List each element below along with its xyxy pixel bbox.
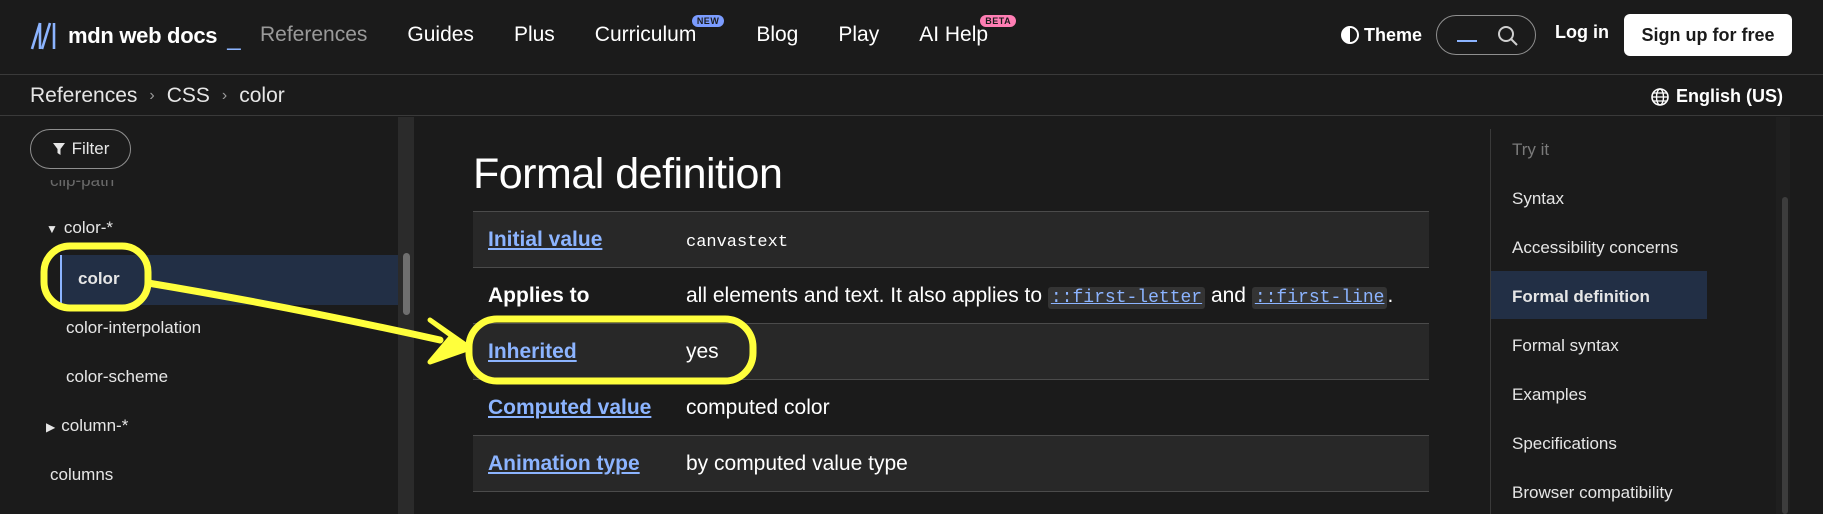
chevron-right-icon: › <box>149 87 155 104</box>
breadcrumb-color[interactable]: color <box>239 84 285 108</box>
toc-item-try-it[interactable]: Try it <box>1512 140 1549 160</box>
toc-item-accessibility[interactable]: Accessibility concerns <box>1512 238 1678 258</box>
initial-value-code: canvastext <box>686 232 789 252</box>
sidebar-item-color-scheme[interactable]: color-scheme <box>66 367 168 387</box>
signup-button[interactable]: Sign up for free <box>1624 14 1792 56</box>
search-cursor <box>1457 40 1477 42</box>
inherited-link[interactable]: Inherited <box>488 340 577 363</box>
sidebar-scrollbar[interactable] <box>398 117 414 514</box>
breadcrumb: References › CSS › color <box>30 84 285 108</box>
animation-type-link[interactable]: Animation type <box>488 452 640 475</box>
mdn-logo-icon <box>30 22 56 50</box>
table-row: Computed value computed color <box>473 379 1429 436</box>
toc-item-specifications[interactable]: Specifications <box>1512 434 1617 454</box>
filter-label: Filter <box>71 139 110 158</box>
initial-value-link[interactable]: Initial value <box>488 228 602 251</box>
table-row: Initial value canvastext <box>473 211 1429 268</box>
language-switcher[interactable]: English (US) <box>1650 86 1783 107</box>
first-letter-link[interactable]: ::first-letter <box>1047 286 1206 309</box>
table-key-cell: Animation type <box>473 435 671 492</box>
sidebar: Filter clip-path ▼ color-* color color-in… <box>0 117 414 514</box>
top-navigation: mdn web docs _ References Guides Plus Cu… <box>0 0 1823 75</box>
theme-label: Theme <box>1364 24 1423 45</box>
table-row: Animation type by computed value type <box>473 435 1429 492</box>
table-value-cell: all elements and text. It also applies t… <box>671 267 1429 324</box>
section-heading: Formal definition <box>473 150 783 198</box>
toc-item-syntax[interactable]: Syntax <box>1512 189 1564 209</box>
first-line-link[interactable]: ::first-line <box>1251 286 1388 309</box>
caret-right-icon: ▶ <box>46 420 56 434</box>
toc-item-examples[interactable]: Examples <box>1512 385 1587 405</box>
mdn-logo[interactable]: mdn web docs _ <box>30 20 241 52</box>
sidebar-item-color-interpolation[interactable]: color-interpolation <box>66 318 201 338</box>
breadcrumb-bar: References › CSS › color English (US) <box>0 76 1823 116</box>
main-content: Formal definition Initial value canvaste… <box>414 117 1490 514</box>
main-nav: References Guides Plus Curriculum NEW Bl… <box>260 0 1028 70</box>
nav-ai-help[interactable]: AI Help BETA <box>919 15 1017 47</box>
table-key-cell: Initial value <box>473 211 671 268</box>
table-row: Inherited yes <box>473 323 1429 380</box>
applies-to-and: and <box>1205 283 1252 307</box>
sidebar-item-color[interactable]: color <box>78 269 120 289</box>
search-icon[interactable] <box>1497 25 1519 47</box>
search-input[interactable] <box>1436 15 1536 55</box>
login-link[interactable]: Log in <box>1555 22 1609 43</box>
table-row: Applies to all elements and text. It als… <box>473 267 1429 324</box>
table-key-cell: Applies to <box>473 267 671 324</box>
toc-scrollbar-thumb[interactable] <box>1782 197 1788 514</box>
sidebar-group-column-label: column-* <box>61 416 129 435</box>
nav-plus[interactable]: Plus <box>514 23 555 47</box>
chevron-right-icon: › <box>221 87 228 104</box>
logo-underscore: _ <box>227 24 241 51</box>
nav-guides[interactable]: Guides <box>407 23 474 47</box>
breadcrumb-css[interactable]: CSS <box>167 84 210 108</box>
globe-icon <box>1651 87 1669 106</box>
computed-value-link[interactable]: Computed value <box>488 396 651 419</box>
table-value-cell: computed color <box>671 379 1429 436</box>
table-key-cell: Computed value <box>473 379 671 436</box>
language-label: English (US) <box>1676 86 1783 106</box>
table-of-contents: Try it Syntax Accessibility concerns For… <box>1490 117 1823 514</box>
filter-icon <box>52 143 65 155</box>
table-value-cell: canvastext <box>671 211 1429 268</box>
table-value-cell: yes <box>671 323 1429 380</box>
sidebar-item-clip-path[interactable]: clip-path <box>50 180 114 191</box>
theme-button[interactable]: Theme <box>1340 22 1422 48</box>
nav-curriculum-label: Curriculum <box>594 23 697 46</box>
new-badge: NEW <box>691 15 725 27</box>
table-key-cell: Inherited <box>473 323 671 380</box>
sidebar-group-color[interactable]: ▼ color-* <box>46 218 113 238</box>
nav-blog[interactable]: Blog <box>756 23 798 47</box>
sidebar-item-columns[interactable]: columns <box>50 465 113 485</box>
theme-icon <box>1341 26 1359 44</box>
breadcrumb-references[interactable]: References <box>30 84 137 108</box>
beta-badge: BETA <box>980 15 1017 27</box>
sidebar-group-color-label: color-* <box>63 218 114 237</box>
nav-ai-help-label: AI Help <box>919 23 989 46</box>
toc-divider <box>1490 129 1491 514</box>
applies-to-text: all elements and text. It also applies t… <box>686 283 1048 307</box>
nav-references[interactable]: References <box>260 23 367 47</box>
toc-item-formal-syntax[interactable]: Formal syntax <box>1512 336 1619 356</box>
nav-play[interactable]: Play <box>838 23 879 47</box>
toc-item-browser-compat[interactable]: Browser compatibility <box>1512 483 1673 503</box>
nav-curriculum[interactable]: Curriculum NEW <box>594 15 725 47</box>
caret-down-icon: ▼ <box>46 222 58 236</box>
logo-text: mdn web docs <box>68 23 218 48</box>
formal-definition-table: Initial value canvastext Applies to all … <box>473 211 1429 492</box>
applies-to-period: . <box>1387 283 1394 307</box>
table-value-cell: by computed value type <box>671 435 1429 492</box>
sidebar-scrollbar-thumb[interactable] <box>403 253 410 315</box>
filter-button[interactable]: Filter <box>30 129 131 169</box>
toc-item-formal-definition[interactable]: Formal definition <box>1512 287 1650 307</box>
sidebar-group-column[interactable]: ▶ column-* <box>46 416 128 436</box>
